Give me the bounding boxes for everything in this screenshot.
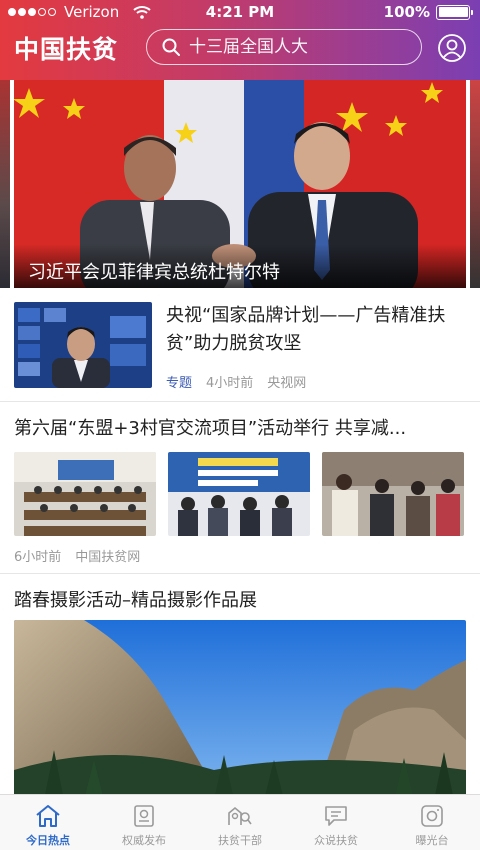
article-meta: 6小时前 中国扶贫网	[14, 546, 140, 565]
hero-slide[interactable]: 习近平会见菲律宾总统杜特尔特	[14, 80, 466, 288]
app-header: Verizon 4:21 PM 100% 中国扶贫	[0, 0, 480, 80]
topic-tag[interactable]: 专题	[166, 372, 192, 391]
article-time: 4小时前	[206, 376, 254, 391]
search-bar[interactable]	[146, 29, 422, 65]
article-title[interactable]: 踏春摄影活动–精品摄影作品展	[14, 588, 257, 614]
document-badge-icon	[134, 805, 154, 827]
tab-official-release[interactable]: 权威发布	[96, 795, 192, 850]
carousel-prev-peek[interactable]	[0, 80, 10, 288]
search-icon	[162, 38, 180, 56]
bottom-tab-bar: 今日热点 权威发布 扶贫干部 众说扶贫 曝光台	[0, 794, 480, 850]
article-thumbnail	[14, 302, 152, 388]
article-source: 中国扶贫网	[75, 550, 141, 565]
tab-label: 今日热点	[26, 834, 70, 847]
user-profile-icon[interactable]	[437, 33, 467, 63]
article-title[interactable]: 第六届“东盟+3村官交流项目”活动举行 共享减...	[14, 416, 466, 442]
carousel-next-peek[interactable]	[470, 80, 480, 288]
home-icon	[36, 805, 60, 827]
article-title[interactable]: 央视“国家品牌计划——广告精准扶贫”助力脱贫攻坚	[166, 302, 466, 358]
search-input[interactable]	[189, 37, 409, 57]
battery-level	[438, 7, 468, 17]
article-time: 6小时前	[14, 550, 62, 565]
news-item[interactable]: 踏春摄影活动–精品摄影作品展	[0, 574, 480, 794]
status-bar: Verizon 4:21 PM 100%	[0, 0, 480, 24]
article-image-row	[14, 452, 466, 536]
status-right: 100%	[383, 3, 473, 21]
article-image	[14, 620, 466, 794]
battery-percent: 100%	[383, 3, 430, 21]
news-item[interactable]: 央视“国家品牌计划——广告精准扶贫”助力脱贫攻坚 专题 4小时前 央视网	[0, 292, 480, 402]
camera-icon	[421, 805, 443, 827]
tab-label: 扶贫干部	[218, 834, 262, 847]
tab-today-hot[interactable]: 今日热点	[0, 795, 96, 850]
battery-icon	[436, 4, 473, 20]
tab-label: 权威发布	[122, 834, 166, 847]
tab-poverty-cadres[interactable]: 扶贫干部	[192, 795, 288, 850]
tab-public-discussion[interactable]: 众说扶贫	[288, 795, 384, 850]
hero-caption: 习近平会见菲律宾总统杜特尔特	[14, 244, 466, 288]
article-image	[14, 452, 156, 536]
news-feed[interactable]: 习近平会见菲律宾总统杜特尔特 央视“国家品牌计划——广告精准扶贫”助力脱贫攻坚	[0, 80, 480, 794]
app-logo: 中国扶贫	[14, 35, 119, 64]
article-source: 央视网	[267, 376, 307, 391]
news-item[interactable]: 第六届“东盟+3村官交流项目”活动举行 共享减... 6小时前 中国扶贫网	[0, 402, 480, 574]
hero-carousel[interactable]: 习近平会见菲律宾总统杜特尔特	[0, 80, 480, 292]
tab-label: 曝光台	[415, 834, 449, 847]
article-image	[168, 452, 310, 536]
people-search-icon	[228, 806, 252, 825]
tab-exposure-platform[interactable]: 曝光台	[384, 795, 480, 850]
article-image	[322, 452, 464, 536]
tab-label: 众说扶贫	[314, 834, 358, 847]
chat-icon	[325, 806, 347, 826]
article-meta: 专题 4小时前 央视网	[166, 372, 306, 391]
